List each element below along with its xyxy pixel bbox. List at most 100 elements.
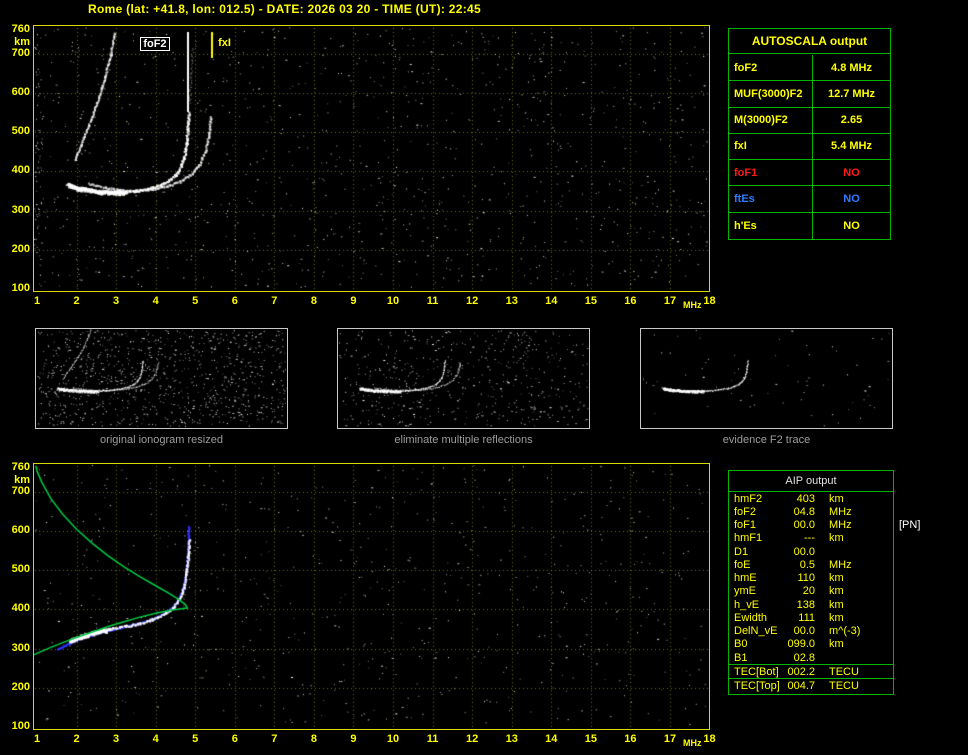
aip-row-ewidth: Ewidth 111 km bbox=[729, 611, 893, 624]
aip-rows: hmF2 403 km foF2 04.8 MHz foF1 00.0 MHz [PN] hmF1 -… bbox=[729, 492, 920, 664]
aip-row-tectop: TEC[Top] 004.7 TECU bbox=[729, 678, 893, 692]
x-tick-label: 15 bbox=[584, 295, 597, 307]
autoscala-output-panel: AUTOSCALA output foF2 4.8 MHz MUF(3000)F2 1… bbox=[728, 28, 891, 240]
x-tick-label: 13 bbox=[505, 295, 518, 307]
aip-row-yme: ymE 20 km bbox=[729, 585, 893, 598]
aip-row-hve: h_vE 138 km bbox=[729, 598, 893, 611]
autoscala-parameter-value: NO bbox=[843, 193, 860, 206]
aip-parameter-unit: km bbox=[829, 598, 844, 611]
profile-bottom-plot bbox=[33, 463, 710, 730]
autoscala-row-fof2: foF2 4.8 MHz bbox=[729, 55, 890, 82]
aip-parameter-label: foE bbox=[734, 558, 751, 571]
x-tick-label: 10 bbox=[386, 733, 400, 745]
aip-parameter-label: hmE bbox=[734, 572, 757, 585]
aip-parameter-unit: TECU bbox=[829, 679, 859, 692]
aip-parameter-value: 0.5 bbox=[799, 558, 815, 571]
aip-row-fof2: foF2 04.8 MHz bbox=[729, 505, 893, 518]
autoscala-panel-title: AUTOSCALA output bbox=[729, 29, 890, 54]
x-tick-label: 17 bbox=[663, 733, 677, 745]
y-tick-label: 760 bbox=[11, 23, 30, 36]
y-tick-label: 760 bbox=[11, 461, 30, 474]
aip-row-b1: B1 02.8 bbox=[729, 651, 893, 664]
aip-parameter-label: B1 bbox=[734, 651, 748, 664]
aip-parameter-value: 004.7 bbox=[787, 679, 815, 692]
aip-parameter-unit: km bbox=[829, 611, 844, 624]
x-tick-label: 14 bbox=[545, 295, 558, 307]
autoscala-parameter-value: 5.4 MHz bbox=[831, 140, 872, 153]
aip-parameter-unit: km bbox=[829, 638, 844, 651]
x-tick-label: 6 bbox=[231, 295, 238, 307]
x-tick-label: 7 bbox=[271, 295, 278, 307]
aip-parameter-label: DelN_vE bbox=[734, 625, 778, 638]
y-tick-label: 300 bbox=[11, 203, 30, 216]
x-tick-label: 9 bbox=[350, 733, 357, 745]
x-tick-label: 17 bbox=[663, 295, 677, 307]
x-tick-label: 15 bbox=[584, 733, 597, 745]
autoscala-window: Rome (lat: +41.8, lon: 012.5) - DATE: 20… bbox=[0, 0, 968, 755]
y-tick-label: 100 bbox=[11, 720, 30, 732]
aip-parameter-label: foF2 bbox=[734, 505, 757, 518]
x-tick-label: 2 bbox=[73, 295, 80, 307]
aip-parameter-value: 00.0 bbox=[793, 519, 815, 532]
thumbnail-original-ionogram bbox=[35, 328, 288, 429]
autoscala-parameter-label: MUF(3000)F2 bbox=[729, 81, 813, 107]
aip-row-fof1: foF1 00.0 MHz [PN] bbox=[729, 519, 920, 532]
y-tick-label: 500 bbox=[11, 563, 30, 576]
aip-parameter-label: hmF2 bbox=[734, 492, 763, 505]
aip-parameter-value: 20 bbox=[802, 585, 815, 598]
aip-parameter-unit: km bbox=[829, 572, 844, 585]
aip-parameter-unit: TECU bbox=[829, 665, 859, 678]
aip-parameter-unit: m^(-3) bbox=[829, 625, 861, 638]
aip-row-hmf1: hmF1 --- km bbox=[729, 532, 893, 545]
aip-parameter-unit: km bbox=[829, 532, 844, 545]
y-tick-label: 700 bbox=[11, 46, 30, 59]
aip-parameter-unit: MHz bbox=[829, 519, 852, 532]
aip-row-d1: D1 00.0 bbox=[729, 545, 893, 558]
y-tick-label: 200 bbox=[11, 680, 30, 693]
x-tick-label: 14 bbox=[545, 733, 558, 745]
x-tick-label: 16 bbox=[624, 733, 637, 745]
autoscala-row-hes: h'Es NO bbox=[729, 212, 890, 239]
aip-row-tecbot: TEC[Bot] 002.2 TECU bbox=[729, 664, 893, 678]
autoscala-row-muf3000f2: MUF(3000)F2 12.7 MHz bbox=[729, 81, 890, 108]
aip-parameter-value: 138 bbox=[796, 598, 815, 611]
aip-parameter-note: [PN] bbox=[899, 519, 921, 532]
x-tick-label: 1 bbox=[33, 733, 41, 745]
thumbnail-evidence-f2 bbox=[640, 328, 893, 429]
y-tick-label: 600 bbox=[11, 85, 30, 98]
aip-row-b0: B0 099.0 km bbox=[729, 638, 893, 651]
aip-parameter-value: 099.0 bbox=[787, 638, 815, 651]
aip-parameter-value: 110 bbox=[797, 572, 815, 585]
thumbnail-eliminate-canvas bbox=[338, 329, 589, 428]
thumbnail-caption-eliminate: eliminate multiple reflections bbox=[394, 434, 533, 446]
x-tick-label: 13 bbox=[505, 733, 518, 745]
thumbnail-eliminate-reflections bbox=[337, 328, 590, 429]
aip-parameter-label: hmF1 bbox=[734, 532, 763, 545]
aip-parameter-value: 04.8 bbox=[793, 505, 815, 518]
aip-parameter-label: h_vE bbox=[734, 598, 760, 611]
x-tick-label: 7 bbox=[271, 733, 278, 745]
aip-parameter-label: TEC[Bot] bbox=[734, 665, 779, 678]
autoscala-row-fxi: fxI 5.4 MHz bbox=[729, 133, 890, 161]
thumbnail-evidence-canvas bbox=[641, 329, 892, 428]
aip-parameter-unit: MHz bbox=[829, 505, 852, 518]
aip-row-hmf2: hmF2 403 km bbox=[729, 492, 893, 505]
aip-panel-title: AIP output bbox=[729, 471, 893, 492]
aip-parameter-label: B0 bbox=[734, 638, 748, 651]
ionogram-top-canvas bbox=[34, 26, 709, 291]
autoscala-parameter-label: h'Es bbox=[729, 212, 813, 239]
autoscala-parameter-label: fxI bbox=[729, 133, 813, 160]
aip-parameter-label: D1 bbox=[734, 545, 749, 558]
aip-row-hme: hmE 110 km bbox=[729, 572, 893, 585]
aip-parameter-value: 403 bbox=[796, 492, 815, 505]
autoscala-parameter-value: 4.8 MHz bbox=[831, 61, 872, 74]
aip-parameter-value: 00.0 bbox=[793, 545, 815, 558]
y-tick-label: 700 bbox=[11, 484, 30, 497]
x-axis-unit-label: MHz bbox=[682, 300, 702, 310]
fxI-marker-label: fxI bbox=[216, 37, 233, 49]
aip-parameter-label: TEC[Top] bbox=[734, 679, 780, 692]
autoscala-parameter-value: 2.65 bbox=[840, 114, 863, 127]
aip-parameter-value: 02.8 bbox=[793, 651, 815, 664]
autoscala-parameter-value: NO bbox=[843, 219, 860, 232]
aip-row-foe: foE 0.5 MHz bbox=[729, 558, 893, 571]
